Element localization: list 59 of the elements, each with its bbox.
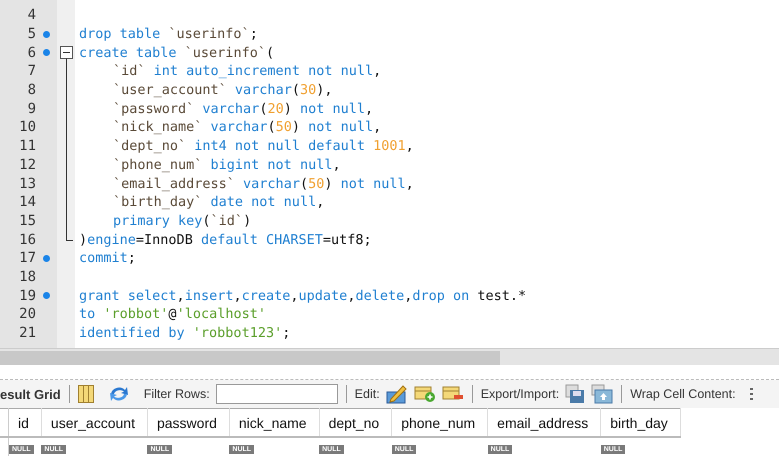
code-line: `birth_day` date not null, [112,193,324,212]
column-header[interactable]: birth_day [600,408,680,437]
column-header[interactable]: email_address [488,408,601,437]
line-number: 18 [18,268,36,285]
code-line: grant select,insert,create,update,delete,drop on test.* [79,286,526,305]
scrollbar-thumb[interactable] [0,351,500,365]
code-line: to 'robbot'@'localhost' [79,305,266,324]
save-icon[interactable] [565,384,586,404]
filter-rows-label: Filter Rows: [144,387,210,401]
line-number: 5 [26,26,36,42]
horizontal-scrollbar[interactable] [0,348,779,365]
column-header[interactable]: dept_no [319,408,392,437]
line-number: 21 [18,325,36,342]
column-header[interactable]: nick_name [229,408,320,437]
line-number: 4 [26,7,36,24]
result-grid-tab[interactable]: esult Grid [0,386,61,402]
export-import-label: Export/Import: [480,387,560,401]
line-number: 10 [18,119,36,136]
line-number: 20 [18,306,36,322]
line-number: 14 [18,194,36,210]
code-line: drop table `userinfo`; [79,25,258,44]
import-icon[interactable] [591,384,614,404]
edit-label: Edit: [354,387,380,401]
line-number: 13 [18,176,36,192]
code-line: `phone_num` bigint not null, [112,156,341,174]
line-number: 15 [18,212,36,229]
column-header[interactable]: id [8,408,42,437]
fold-end-line [66,230,73,242]
code-line: create table `userinfo`( [79,44,274,62]
code-line: `password` varchar(20) not null, [112,100,374,118]
code-line: `email_address` varchar(50) not null, [112,174,414,193]
line-number: 11 [18,138,36,154]
wrap-icon[interactable] [750,386,756,402]
code-line: `user_account` varchar(30), [112,81,332,100]
code-line: primary key(`id`) [112,212,252,230]
code-line: `dept_no` int4 not null default 1001, [112,137,414,156]
column-header[interactable]: user_account [41,408,148,437]
code-line: `nick_name` varchar(50) not null, [112,118,382,136]
line-number: 12 [18,156,36,173]
fold-toggle-icon[interactable] [60,43,73,62]
code-line: `id` int auto_increment not null, [112,62,382,80]
code-line: commit; [79,249,136,268]
line-number: 9 [26,100,36,117]
filter-rows-field[interactable] [216,384,338,404]
grid-icon[interactable] [78,385,94,403]
column-header[interactable]: password [147,408,230,437]
line-number: 7 [26,63,36,80]
refresh-icon[interactable] [108,385,130,403]
add-row-icon[interactable] [414,385,436,403]
wrap-cell-content-label: Wrap Cell Content: [630,387,736,401]
pencil-icon[interactable] [386,384,408,404]
line-number: 6 [26,44,36,61]
code-line: )engine=InnoDB default CHARSET=utf8; [79,230,372,249]
code-line: identified by 'robbot123'; [79,324,290,342]
line-number: 16 [18,232,36,248]
line-number: 19 [18,288,36,304]
line-number: 8 [26,82,36,98]
column-header[interactable]: phone_num [392,408,488,437]
line-number: 17 [18,250,36,266]
